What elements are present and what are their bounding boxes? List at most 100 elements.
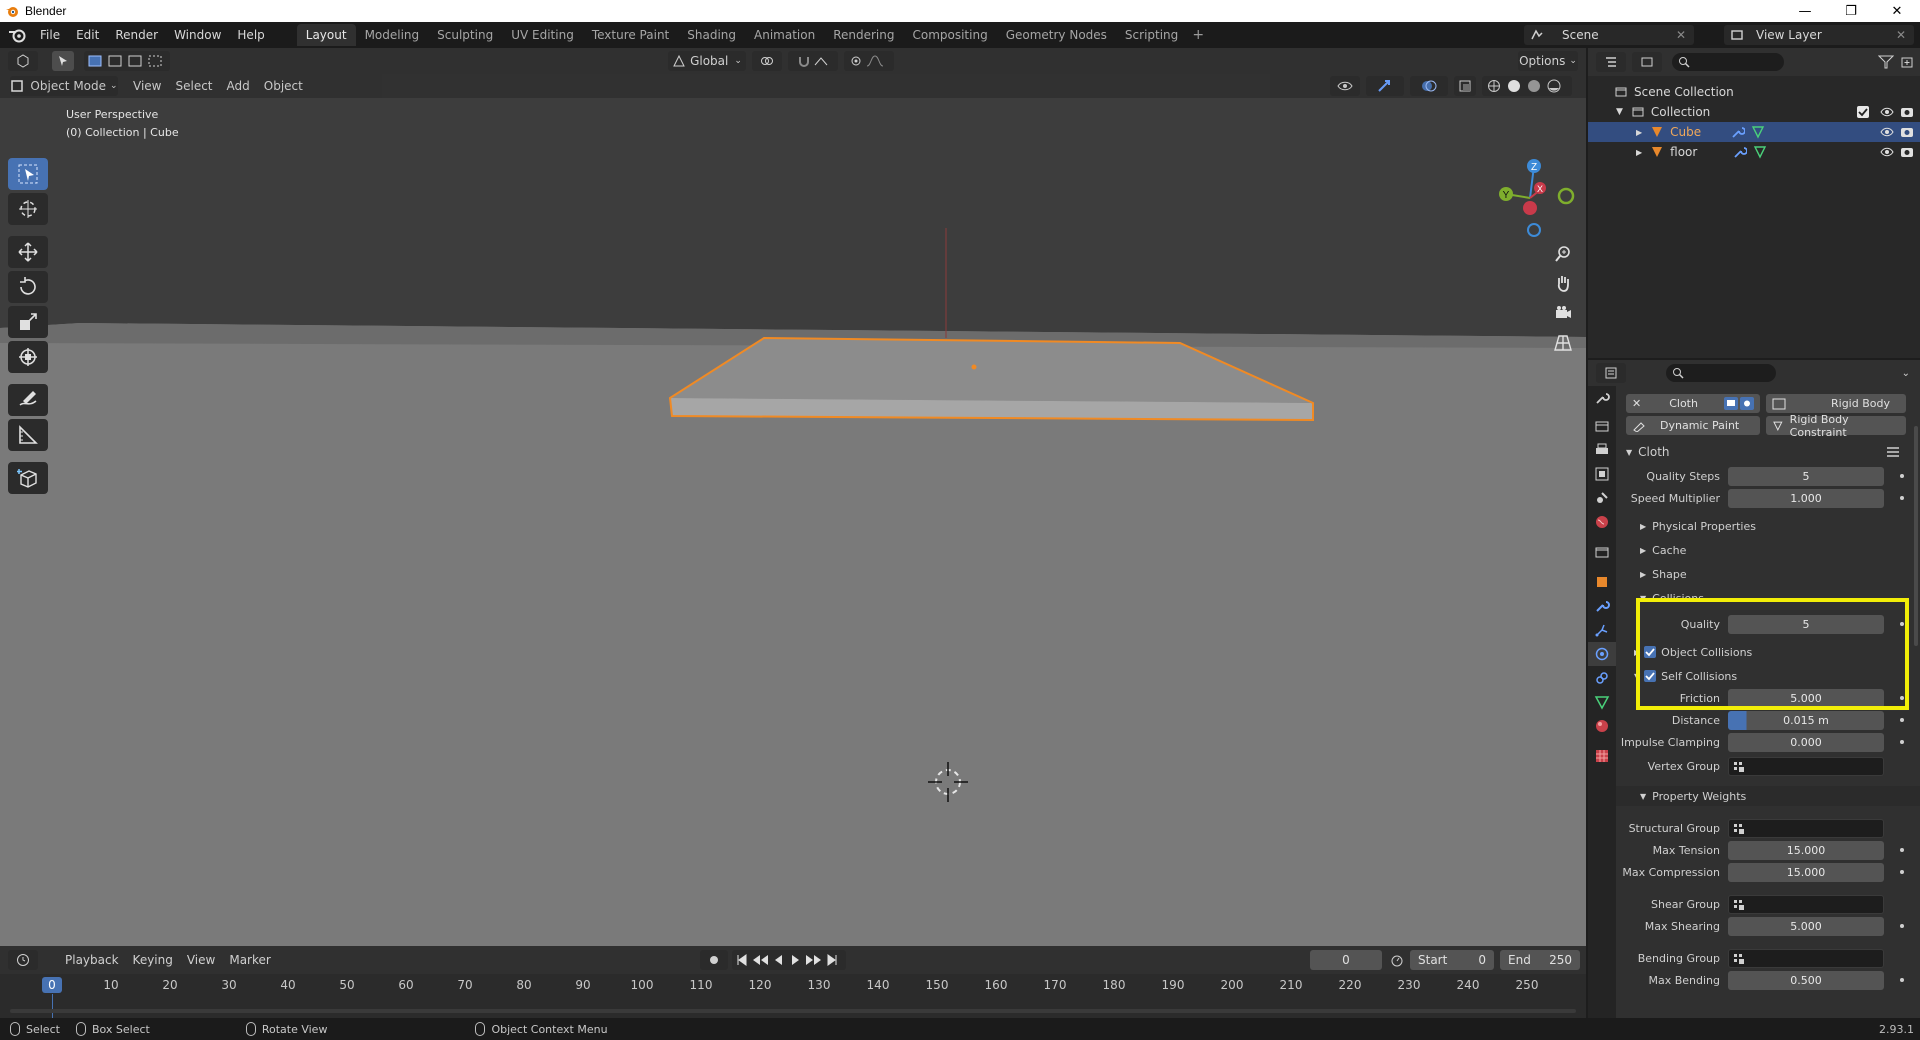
timeline-scrollbar[interactable] bbox=[10, 1009, 1576, 1013]
view-layer-close-icon[interactable]: ✕ bbox=[1896, 28, 1906, 42]
transform-orientation-dropdown[interactable]: Global ⌄ bbox=[668, 51, 746, 71]
tab-data[interactable] bbox=[1588, 690, 1616, 714]
menu-file[interactable]: File bbox=[32, 24, 68, 46]
cloth-physics-button[interactable]: ✕ Cloth bbox=[1626, 394, 1760, 413]
cursor-tool[interactable] bbox=[8, 193, 48, 225]
viewport-scene[interactable] bbox=[0, 98, 1586, 946]
tab-render[interactable] bbox=[1588, 414, 1616, 438]
quality-steps-field[interactable]: 5 bbox=[1728, 467, 1884, 486]
tab-sculpting[interactable]: Sculpting bbox=[428, 24, 502, 46]
display-mode-button[interactable] bbox=[1632, 52, 1662, 72]
cloth-panel-header[interactable]: ▼ Cloth bbox=[1616, 442, 1920, 462]
blender-menu-icon[interactable] bbox=[8, 27, 26, 43]
overlays-toggle[interactable] bbox=[1410, 76, 1448, 96]
xray-toggle[interactable] bbox=[1454, 76, 1476, 96]
gizmo-toggle[interactable] bbox=[1366, 76, 1404, 96]
select-box-modes[interactable] bbox=[84, 51, 170, 71]
filter-icon[interactable] bbox=[1878, 55, 1894, 69]
perspective-toggle-button[interactable] bbox=[1550, 330, 1576, 356]
current-frame-field[interactable]: 0 bbox=[1310, 950, 1382, 970]
menu-window[interactable]: Window bbox=[166, 24, 229, 46]
outliner-scene-collection[interactable]: Scene Collection bbox=[1588, 82, 1920, 102]
options-dropdown[interactable]: Options ⌄ bbox=[1518, 51, 1578, 71]
viewport-menu-add[interactable]: Add bbox=[220, 76, 257, 96]
eye-icon[interactable] bbox=[1880, 146, 1894, 158]
visibility-button[interactable] bbox=[1330, 76, 1360, 96]
annotate-tool[interactable] bbox=[8, 384, 48, 416]
vertex-group-field[interactable] bbox=[1728, 757, 1884, 776]
rotate-tool[interactable] bbox=[8, 271, 48, 303]
snap-button[interactable] bbox=[788, 51, 838, 71]
mesh-data-icon[interactable] bbox=[1753, 145, 1767, 159]
toggle-viewport-icon[interactable] bbox=[1724, 397, 1754, 410]
navigation-gizmo[interactable]: Z Y X bbox=[1490, 158, 1580, 242]
presets-list-icon[interactable] bbox=[1886, 446, 1900, 458]
distance-field[interactable]: 0.015 m bbox=[1728, 711, 1884, 730]
keyframe-dot[interactable] bbox=[1900, 870, 1904, 874]
menu-help[interactable]: Help bbox=[229, 24, 272, 46]
transport-buttons[interactable] bbox=[732, 950, 846, 970]
timeline-ruler[interactable]: 0 10 20 30 40 50 60 70 80 90 100 110 120 130 140 150 16… bbox=[0, 974, 1586, 996]
minimize-button[interactable]: — bbox=[1782, 0, 1828, 22]
tab-layout[interactable]: Layout bbox=[296, 24, 356, 46]
keyframe-dot[interactable] bbox=[1900, 848, 1904, 852]
editor-type-button[interactable] bbox=[8, 51, 38, 71]
max-shearing-field[interactable]: 5.000 bbox=[1728, 917, 1884, 936]
wrench-icon[interactable] bbox=[1733, 145, 1748, 159]
physical-properties-subpanel[interactable]: ▶ Physical Properties bbox=[1616, 516, 1920, 536]
scene-close-icon[interactable]: ✕ bbox=[1676, 28, 1686, 42]
properties-search-input[interactable] bbox=[1666, 364, 1776, 382]
tab-modeling[interactable]: Modeling bbox=[356, 24, 429, 46]
restore-button[interactable]: ❐ bbox=[1828, 0, 1874, 22]
shear-group-field[interactable] bbox=[1728, 895, 1884, 914]
menu-render[interactable]: Render bbox=[107, 24, 166, 46]
camera-icon[interactable] bbox=[1900, 106, 1914, 118]
3d-viewport[interactable]: Global ⌄ Options ⌄ Object Mode ⌄ View Se… bbox=[0, 48, 1586, 946]
new-collection-icon[interactable] bbox=[1900, 55, 1914, 69]
zoom-button[interactable] bbox=[1550, 241, 1576, 267]
keyframe-dot[interactable] bbox=[1900, 474, 1904, 478]
timeline-menu-marker[interactable]: Marker bbox=[222, 950, 277, 970]
pan-button[interactable] bbox=[1550, 270, 1576, 296]
keyframe-dot[interactable] bbox=[1900, 978, 1904, 982]
select-mode-button[interactable] bbox=[52, 51, 74, 71]
timeline-menu-playback[interactable]: Playback bbox=[58, 950, 126, 970]
timeline-menu-view[interactable]: View bbox=[180, 950, 222, 970]
keyframe-dot[interactable] bbox=[1900, 924, 1904, 928]
outliner-object-floor[interactable]: ▶ floor bbox=[1588, 142, 1920, 162]
keyframe-dot[interactable] bbox=[1900, 740, 1904, 744]
tab-scripting[interactable]: Scripting bbox=[1116, 24, 1187, 46]
add-workspace-button[interactable]: + bbox=[1187, 24, 1209, 46]
rigid-body-constraint-button[interactable]: Rigid Body Constraint bbox=[1766, 413, 1906, 439]
measure-tool[interactable] bbox=[8, 419, 48, 451]
tab-scene[interactable] bbox=[1588, 486, 1616, 510]
tab-uv-editing[interactable]: UV Editing bbox=[502, 24, 583, 46]
cache-subpanel[interactable]: ▶ Cache bbox=[1616, 540, 1920, 560]
shading-modes[interactable] bbox=[1482, 76, 1572, 96]
viewport-menu-select[interactable]: Select bbox=[168, 76, 219, 96]
tab-compositing[interactable]: Compositing bbox=[903, 24, 996, 46]
outliner-editor-type[interactable] bbox=[1596, 52, 1626, 72]
properties-editor-type[interactable] bbox=[1596, 363, 1626, 383]
move-tool[interactable] bbox=[8, 236, 48, 268]
tab-geometry-nodes[interactable]: Geometry Nodes bbox=[997, 24, 1116, 46]
property-weights-subpanel[interactable]: ▼ Property Weights bbox=[1616, 786, 1920, 806]
bending-group-field[interactable] bbox=[1728, 949, 1884, 968]
viewport-menu-view[interactable]: View bbox=[126, 76, 168, 96]
viewport-menu-object[interactable]: Object bbox=[257, 76, 310, 96]
tab-shading[interactable]: Shading bbox=[678, 24, 745, 46]
close-window-button[interactable]: ✕ bbox=[1874, 0, 1920, 22]
tab-physics[interactable] bbox=[1588, 642, 1616, 666]
wrench-icon[interactable] bbox=[1731, 125, 1746, 139]
start-frame-field[interactable]: Start 0 bbox=[1410, 950, 1494, 970]
tab-texture[interactable] bbox=[1588, 744, 1616, 768]
max-tension-field[interactable]: 15.000 bbox=[1728, 841, 1884, 860]
keyframe-dot[interactable] bbox=[1900, 496, 1904, 500]
scale-tool[interactable] bbox=[8, 306, 48, 338]
tab-output[interactable] bbox=[1588, 438, 1616, 462]
expand-chevron-icon[interactable]: ▼ bbox=[1616, 107, 1623, 117]
expand-chevron-icon[interactable]: ▶ bbox=[1636, 148, 1642, 157]
mode-dropdown[interactable]: Object Mode ⌄ bbox=[10, 76, 118, 96]
keyframe-dot[interactable] bbox=[1900, 718, 1904, 722]
tab-constraints[interactable] bbox=[1588, 666, 1616, 690]
